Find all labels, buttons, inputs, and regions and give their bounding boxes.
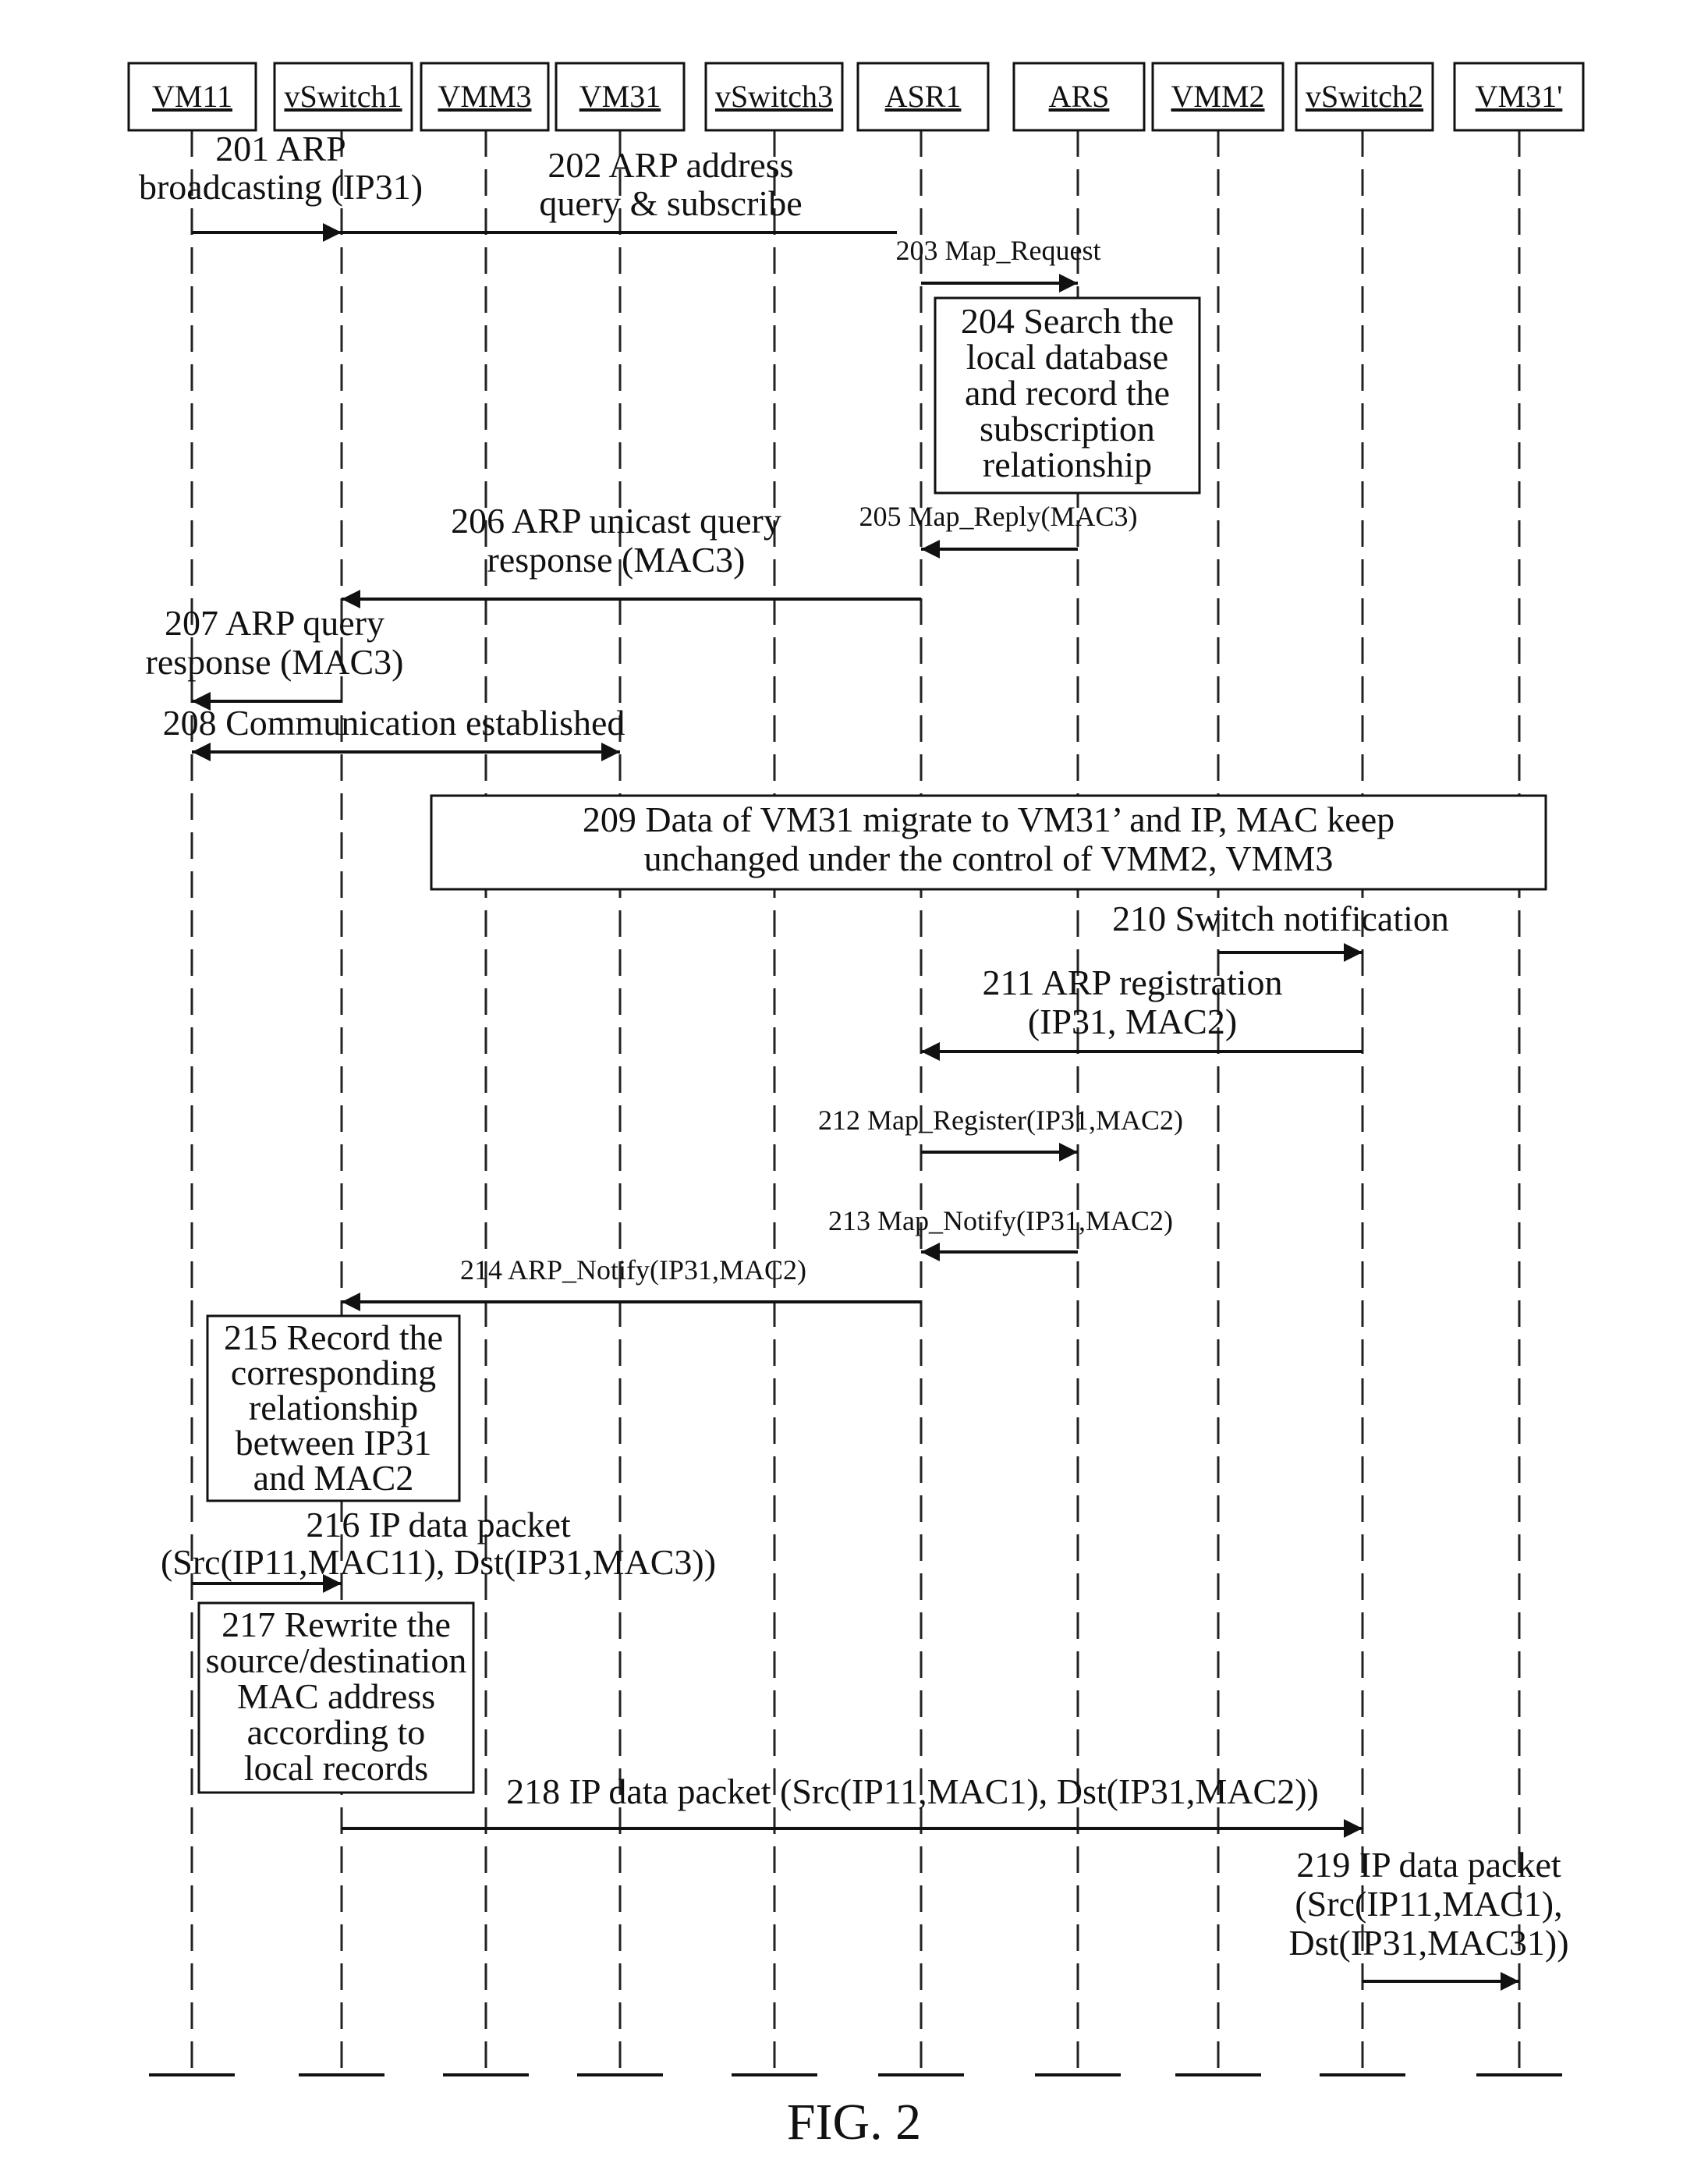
note-text-line: 215 Record the — [224, 1317, 443, 1357]
actor-label: VMM2 — [1171, 79, 1264, 114]
message-216: 216 IP data packet(Src(IP11,MAC11), Dst(… — [161, 1505, 716, 1593]
message-label: 201 ARP — [215, 129, 345, 168]
note-text-line: 209 Data of VM31 migrate to VM31’ and IP… — [583, 800, 1394, 839]
message-label: 202 ARP address — [547, 145, 793, 185]
message-label: response (MAC3) — [487, 540, 746, 580]
note-text-line: and MAC2 — [253, 1458, 414, 1498]
note-text-line: unchanged under the control of VMM2, VMM… — [644, 839, 1334, 878]
actor-label: VM31' — [1476, 79, 1563, 114]
actor-asr1: ASR1 — [856, 62, 990, 132]
message-label: broadcasting (IP31) — [139, 167, 423, 207]
actor-vm31p: VM31' — [1453, 62, 1585, 132]
message-206: 206 ARP unicast queryresponse (MAC3) — [342, 501, 921, 608]
note-text-line: source/destination — [206, 1640, 467, 1680]
actor-vm31: VM31 — [555, 62, 686, 132]
message-label: 208 Communication established — [163, 703, 625, 743]
message-214: 214 ARP_Notify(IP31,MAC2) — [342, 1254, 921, 1311]
message-label: 212 Map_Register(IP31,MAC2) — [818, 1105, 1183, 1136]
note-text-line: and record the — [965, 373, 1170, 413]
message-201: 201 ARPbroadcasting (IP31) — [139, 129, 423, 242]
message-202: 202 ARP addressquery & subscribe — [342, 145, 897, 234]
note-text-line: according to — [247, 1712, 426, 1752]
note-204: 204 Search thelocal databaseand record t… — [934, 296, 1201, 495]
actor-headers: VM11 vSwitch1 VMM3 VM31 vSwitch3 ASR1 ARS VMM2 v… — [127, 62, 1585, 132]
message-219: 219 IP data packet(Src(IP11,MAC1),Dst(IP… — [1288, 1845, 1569, 1991]
sequence-diagram: VM11 vSwitch1 VMM3 VM31 vSwitch3 ASR1 ARS VMM2 v… — [127, 62, 1585, 2151]
note-text-line: subscription — [980, 409, 1155, 449]
note-text-line: local records — [244, 1748, 428, 1788]
message-label: 205 Map_Reply(MAC3) — [859, 501, 1138, 532]
note-text-line: local database — [966, 337, 1168, 377]
note-text-line: corresponding — [231, 1353, 436, 1392]
note-text-line: relationship — [983, 445, 1152, 484]
actor-label: vSwitch2 — [1306, 79, 1423, 114]
note-209: 209 Data of VM31 migrate to VM31’ and IP… — [430, 794, 1547, 891]
message-205: 205 Map_Reply(MAC3) — [859, 501, 1138, 559]
actor-label: VMM3 — [438, 79, 531, 114]
actor-vswitch1: vSwitch1 — [273, 62, 413, 132]
actor-label: VM11 — [152, 79, 232, 114]
figure-caption: FIG. 2 — [787, 2094, 921, 2151]
message-label: 213 Map_Notify(IP31,MAC2) — [828, 1205, 1173, 1236]
message-207: 207 ARP queryresponse (MAC3) — [146, 603, 404, 711]
message-203: 203 Map_Request — [896, 235, 1101, 293]
note-text-line: between IP31 — [236, 1423, 432, 1463]
actor-ars: ARS — [1012, 62, 1146, 132]
message-208: 208 Communication established — [163, 703, 625, 761]
message-label: 206 ARP unicast query — [451, 501, 781, 541]
message-label: Dst(IP31,MAC31)) — [1288, 1923, 1568, 1963]
actor-label: vSwitch3 — [715, 79, 833, 114]
actor-label: ARS — [1049, 79, 1110, 114]
message-label: query & subscribe — [539, 183, 802, 223]
message-label: 207 ARP query — [165, 603, 384, 643]
message-label: response (MAC3) — [146, 642, 404, 682]
note-text-line: relationship — [249, 1388, 418, 1427]
message-212: 212 Map_Register(IP31,MAC2) — [818, 1105, 1183, 1161]
actor-vmm2: VMM2 — [1151, 62, 1285, 132]
actor-vswitch3: vSwitch3 — [704, 62, 844, 132]
note-217: 217 Rewrite thesource/destinationMAC add… — [197, 1601, 475, 1794]
message-label: 211 ARP registration — [982, 963, 1282, 1002]
message-label: 219 IP data packet — [1296, 1845, 1561, 1885]
message-label: (IP31, MAC2) — [1028, 1002, 1237, 1041]
message-213: 213 Map_Notify(IP31,MAC2) — [828, 1205, 1173, 1261]
actor-vmm3: VMM3 — [420, 62, 550, 132]
message-label: 216 IP data packet — [306, 1505, 571, 1544]
note-text-line: MAC address — [237, 1676, 435, 1716]
message-label: 210 Switch notification — [1112, 899, 1449, 938]
actor-vm11: VM11 — [127, 62, 257, 132]
message-label: 218 IP data packet (Src(IP11,MAC1), Dst(… — [506, 1771, 1319, 1811]
message-label: (Src(IP11,MAC1), — [1295, 1884, 1562, 1924]
actor-vswitch2: vSwitch2 — [1295, 62, 1434, 132]
message-label: (Src(IP11,MAC11), Dst(IP31,MAC3)) — [161, 1542, 716, 1582]
message-label: 214 ARP_Notify(IP31,MAC2) — [460, 1254, 806, 1286]
message-218: 218 IP data packet (Src(IP11,MAC1), Dst(… — [342, 1771, 1363, 1838]
note-text-line: 217 Rewrite the — [221, 1605, 451, 1644]
note-215: 215 Record thecorrespondingrelationshipb… — [206, 1314, 461, 1502]
actor-label: vSwitch1 — [284, 79, 402, 114]
message-210: 210 Switch notification — [1112, 899, 1449, 962]
message-label: 203 Map_Request — [896, 235, 1101, 266]
actor-label: ASR1 — [885, 79, 962, 114]
note-text-line: 204 Search the — [961, 301, 1174, 341]
message-211: 211 ARP registration(IP31, MAC2) — [921, 963, 1363, 1061]
actor-label: VM31 — [579, 79, 661, 114]
